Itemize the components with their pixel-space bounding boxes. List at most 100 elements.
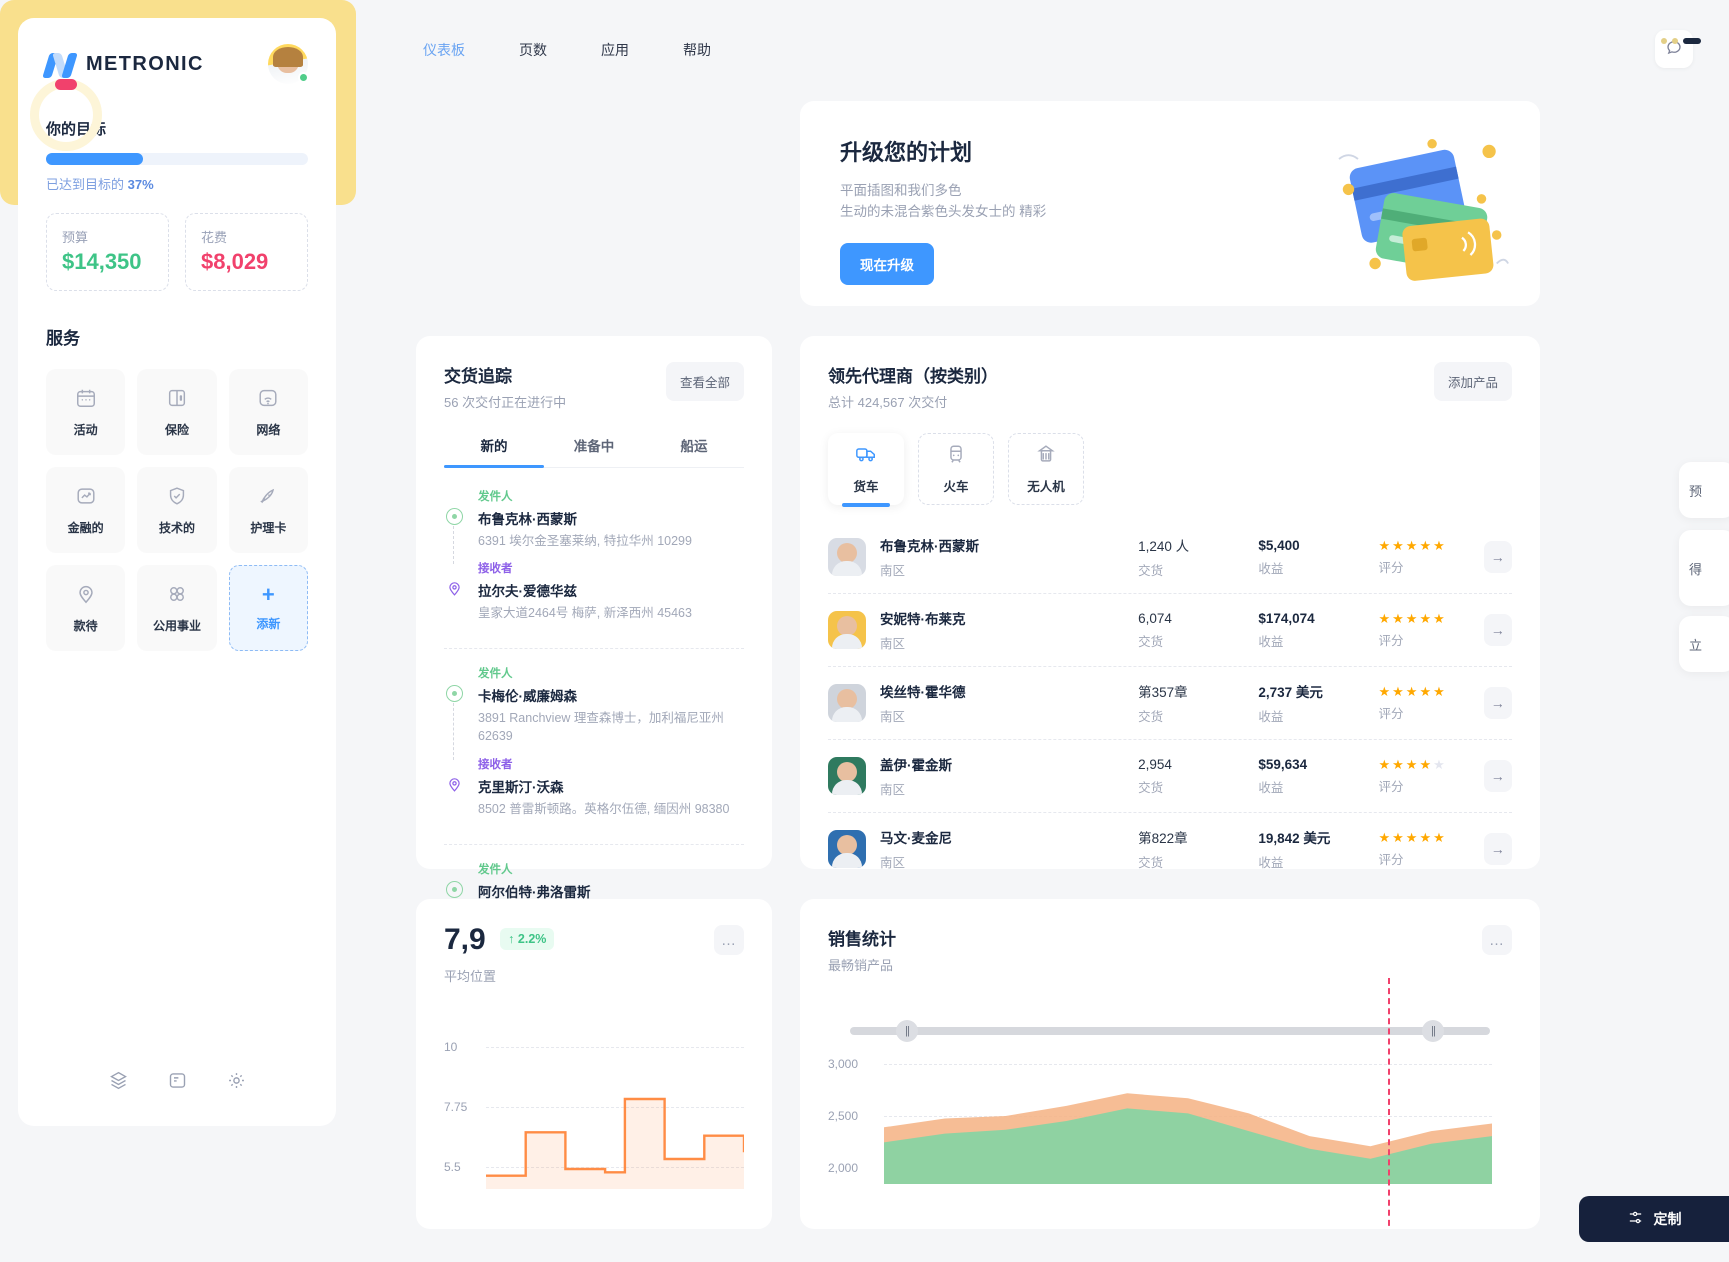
- agents-subtitle: 总计 424,567 次交付: [828, 395, 948, 410]
- nav-item-apps[interactable]: 应用: [591, 36, 639, 64]
- delivery-group: 发件人 布鲁克林·西蒙斯 6391 埃尔金圣塞莱纳, 特拉华州 10299 接收…: [444, 488, 744, 648]
- spent-card: 花费 $8,029: [185, 213, 308, 291]
- upgrade-illustration: [1320, 119, 1510, 294]
- service-label: 技术的: [158, 520, 195, 535]
- row-arrow-icon[interactable]: →: [1483, 687, 1512, 719]
- delivery-sender: 发件人 布鲁克林·西蒙斯 6391 埃尔金圣塞莱纳, 特拉华州 10299: [444, 488, 744, 565]
- table-row[interactable]: 盖伊·霍金斯 南区 2,954 交货 $59,634 收益 ★ ★ ★ ★ ★ 评分 →: [828, 740, 1512, 813]
- note-icon[interactable]: [167, 1070, 188, 1096]
- revenue-label: 收益: [1258, 561, 1284, 576]
- rating-label: 评分: [1378, 706, 1404, 721]
- avatar: [828, 684, 866, 722]
- nav-item-dashboard[interactable]: 仪表板: [413, 36, 475, 64]
- service-tile-utilities[interactable]: 公用事业: [137, 565, 217, 651]
- sender-role-label: 发件人: [478, 863, 513, 876]
- mode-train[interactable]: 火车: [918, 433, 994, 505]
- avatar: [828, 611, 866, 649]
- avatar[interactable]: [268, 44, 309, 84]
- transport-mode-tabs: 货车 火车 无人机: [828, 433, 1512, 507]
- agent-revenue: $59,634: [1258, 756, 1308, 772]
- service-tile-carecard[interactable]: 护理卡: [228, 467, 308, 553]
- sender-name: 卡梅伦·威廉姆森: [478, 689, 577, 705]
- rating-stars: ★ ★ ★ ★ ★: [1378, 756, 1445, 772]
- table-row[interactable]: 布鲁克林·西蒙斯 南区 1,240 人 交货 $5,400 收益 ★ ★ ★ ★ ★ 评…: [828, 521, 1512, 594]
- view-all-button[interactable]: 查看全部: [665, 362, 744, 401]
- slider-handle-left[interactable]: ||: [896, 1020, 918, 1042]
- y-tick-label: 7.75: [444, 1100, 468, 1114]
- range-slider[interactable]: || ||: [828, 1020, 1512, 1042]
- top-navigation: 仪表板 页数 应用 帮助: [413, 36, 721, 64]
- receiver-pin-icon: [446, 580, 463, 597]
- add-product-button[interactable]: 添加产品: [1433, 362, 1512, 401]
- service-tile-network[interactable]: 网络: [228, 369, 308, 455]
- revenue-label: 收益: [1258, 856, 1284, 870]
- row-arrow-icon[interactable]: →: [1483, 760, 1512, 792]
- avg-menu-button[interactable]: …: [714, 925, 744, 955]
- layers-icon[interactable]: [108, 1070, 129, 1096]
- nav-item-pages[interactable]: 页数: [509, 36, 557, 64]
- receiver-name: 拉尔夫·爱德华兹: [478, 584, 577, 600]
- sales-menu-button[interactable]: …: [1482, 925, 1512, 955]
- agents-title: 领先代理商（按类别）: [828, 367, 998, 386]
- tab-shipping[interactable]: 船运: [644, 435, 744, 467]
- sales-header: 销售统计 最畅销产品 …: [828, 925, 1512, 974]
- agent-revenue: 19,842 美元: [1258, 831, 1331, 846]
- table-row[interactable]: 安妮特·布莱克 南区 6,074 交货 $174,074 收益 ★ ★ ★ ★ ★ 评分…: [828, 594, 1512, 667]
- right-peek-panel-1[interactable]: 预: [1679, 462, 1729, 518]
- service-tile-add-new[interactable]: + 添新: [228, 565, 308, 651]
- mode-truck[interactable]: 货车: [828, 433, 904, 507]
- delivery-list: 发件人 布鲁克林·西蒙斯 6391 埃尔金圣塞莱纳, 特拉华州 10299 接收…: [444, 488, 744, 927]
- brand[interactable]: METRONIC: [42, 51, 204, 78]
- deliveries-label: 交货: [1138, 710, 1164, 724]
- dashboard-page: METRONIC 你的目标 已达到目标的 37% 预算 $14,350 花费 $…: [0, 0, 1729, 1262]
- row-arrow-icon[interactable]: →: [1483, 614, 1512, 646]
- upgrade-now-button[interactable]: 现在升级: [840, 242, 934, 285]
- mode-drone[interactable]: 无人机: [1008, 433, 1084, 505]
- sender-ring-icon: [445, 880, 463, 898]
- right-peek-panel-2[interactable]: 得: [1679, 530, 1729, 606]
- goal-caption: 已达到目标的 37%: [46, 177, 154, 192]
- delivery-group: 发件人 卡梅伦·威廉姆森 3891 Ranchview 理查森博士，加利福尼亚州…: [444, 648, 744, 843]
- row-arrow-icon[interactable]: →: [1483, 541, 1512, 573]
- budget-value: $14,350: [62, 249, 142, 274]
- service-tile-activity[interactable]: 活动: [46, 369, 126, 455]
- service-tile-technical[interactable]: 技术的: [137, 467, 217, 553]
- budget-card: 预算 $14,350: [46, 213, 169, 291]
- table-row[interactable]: 马文·麦金尼 南区 第822章 交货 19,842 美元 收益 ★ ★ ★ ★ ★ 评分…: [828, 813, 1512, 885]
- rating-stars: ★ ★ ★ ★ ★: [1378, 683, 1445, 699]
- agent-revenue: $5,400: [1258, 537, 1300, 553]
- rating-label: 评分: [1378, 560, 1404, 575]
- budget-spent-row: 预算 $14,350 花费 $8,029: [46, 213, 308, 291]
- service-tile-hospitality[interactable]: 款待: [46, 565, 126, 651]
- course-pagination-dots[interactable]: [1661, 38, 1701, 44]
- tab-preparing[interactable]: 准备中: [544, 435, 644, 467]
- rating-label: 评分: [1378, 779, 1404, 794]
- spent-label: 花费: [201, 230, 228, 245]
- delivery-tracking-card: 交货追踪 56 次交付正在进行中 查看全部 新的 准备中 船运 发件人 布鲁克林…: [416, 336, 772, 900]
- service-tile-financial[interactable]: 金融的: [46, 467, 126, 553]
- nav-item-help[interactable]: 帮助: [673, 36, 721, 64]
- gear-icon[interactable]: [226, 1070, 247, 1096]
- sender-ring-icon: [445, 508, 463, 525]
- spent-value: $8,029: [201, 249, 269, 274]
- slider-handle-right[interactable]: ||: [1422, 1020, 1444, 1042]
- customize-button[interactable]: 定制: [1579, 1196, 1729, 1242]
- agent-name: 马文·麦金尼: [880, 831, 952, 846]
- service-tile-insurance[interactable]: 保险: [137, 369, 217, 455]
- receiver-address: 皇家大道2464号 梅萨, 新泽西州 45463: [478, 606, 692, 621]
- right-peek-panel-3[interactable]: 立: [1679, 616, 1729, 672]
- sidebar-header: METRONIC: [42, 44, 309, 84]
- tab-new[interactable]: 新的: [444, 435, 544, 467]
- chat-button[interactable]: [1655, 30, 1693, 68]
- customize-label: 定制: [1653, 1211, 1682, 1227]
- service-label: 公用事业: [152, 618, 201, 633]
- row-arrow-icon[interactable]: →: [1483, 833, 1512, 865]
- goal-progress-bar: [46, 153, 308, 165]
- sidebar: METRONIC 你的目标 已达到目标的 37% 预算 $14,350 花费 $…: [18, 18, 336, 1126]
- slider-track[interactable]: [850, 1027, 1490, 1035]
- chart-up-icon: [75, 485, 97, 510]
- calendar-icon: [75, 387, 97, 412]
- sales-subtitle: 最畅销产品: [828, 958, 894, 973]
- book-icon: [166, 387, 188, 412]
- table-row[interactable]: 埃丝特·霍华德 南区 第357章 交货 2,737 美元 收益 ★ ★ ★ ★ ★ 评分…: [828, 667, 1512, 740]
